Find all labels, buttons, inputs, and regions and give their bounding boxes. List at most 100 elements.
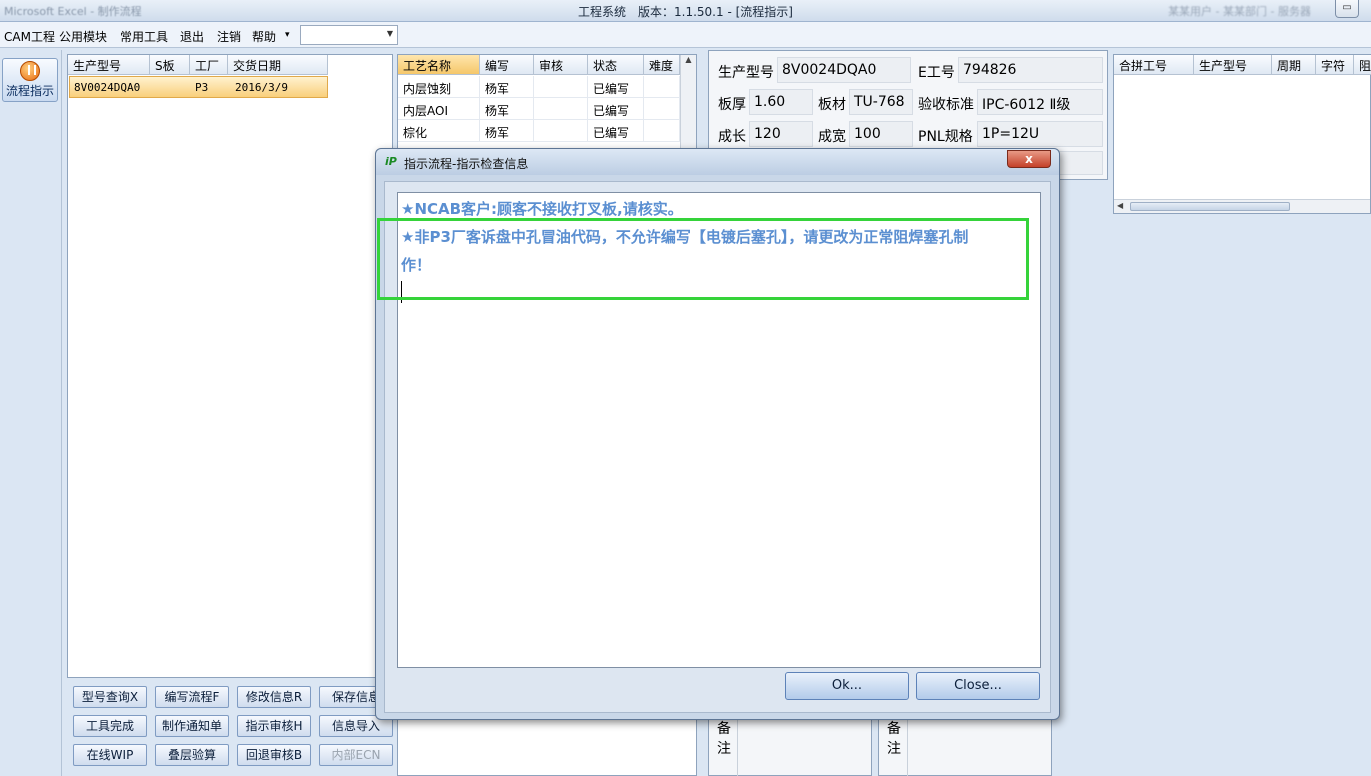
- model-label: 生产型号: [718, 65, 774, 81]
- table-row[interactable]: 8V0024DQA0 P3 2016/3/9: [69, 76, 328, 98]
- remark-panel-left: 备注: [708, 716, 872, 776]
- material-label: 板材: [818, 97, 846, 113]
- rollback-review-button[interactable]: 回退审核B: [237, 744, 311, 766]
- merge-grid: 合拼工号 生产型号 周期 字符 阻 ◀: [1113, 54, 1371, 214]
- process-name[interactable]: 内层蚀刻: [398, 76, 480, 98]
- process-writer[interactable]: 杨军: [480, 98, 534, 120]
- process-status[interactable]: 已编写: [588, 98, 644, 120]
- process-difficulty[interactable]: [644, 98, 680, 120]
- model-query-button[interactable]: 型号查询X: [73, 686, 147, 708]
- online-wip-button[interactable]: 在线WIP: [73, 744, 147, 766]
- width-value: 100: [849, 121, 913, 147]
- menu-combo[interactable]: ▼: [300, 25, 398, 45]
- remark-label: 备注: [717, 721, 731, 757]
- process-difficulty[interactable]: [644, 76, 680, 98]
- flow-indicator-label: 流程指示: [5, 84, 54, 98]
- ok-button[interactable]: Ok...: [785, 672, 909, 700]
- e-number-label: E工号: [918, 65, 955, 81]
- dialog-title-bar[interactable]: iP 指示流程-指示检查信息 x: [376, 149, 1059, 175]
- chevron-down-icon: ▼: [386, 29, 393, 38]
- col-header-writer[interactable]: 编写: [480, 55, 534, 75]
- col-header-solder[interactable]: 阻: [1354, 55, 1371, 75]
- col-header-char[interactable]: 字符: [1316, 55, 1354, 75]
- minimize-button[interactable]: ▭: [1335, 0, 1359, 18]
- col-header-period[interactable]: 周期: [1272, 55, 1316, 75]
- col-header-status[interactable]: 状态: [588, 55, 644, 75]
- e-number-value: 794826: [958, 57, 1103, 83]
- process-scrollbar[interactable]: ▲: [680, 55, 696, 153]
- close-button[interactable]: Close...: [916, 672, 1040, 700]
- stackup-check-button[interactable]: 叠层验算: [155, 744, 229, 766]
- standard-label: 验收标准: [918, 97, 974, 113]
- internal-ecn-button[interactable]: 内部ECN: [319, 744, 393, 766]
- cell-delivery-date: 2016/3/9: [235, 81, 288, 94]
- menu-exit[interactable]: 退出: [180, 28, 204, 45]
- col-header-delivery-date[interactable]: 交货日期: [228, 55, 328, 75]
- standard-value: IPC-6012 Ⅱ级: [977, 89, 1103, 115]
- edit-info-button[interactable]: 修改信息R: [237, 686, 311, 708]
- scroll-thumb[interactable]: [1130, 202, 1290, 211]
- write-flow-button[interactable]: 编写流程F: [155, 686, 229, 708]
- dialog-title: 指示流程-指示检查信息: [404, 157, 529, 171]
- col-header-model[interactable]: 生产型号: [68, 55, 150, 75]
- col-header-reviewer[interactable]: 审核: [534, 55, 588, 75]
- dialog-body: ★NCAB客户:顾客不接收打叉板,请核实。 ★非P3厂客诉盘中孔冒油代码，不允许…: [377, 181, 1051, 713]
- process-reviewer[interactable]: [534, 120, 588, 142]
- menu-logout[interactable]: 注销: [217, 28, 241, 45]
- process-status[interactable]: 已编写: [588, 76, 644, 98]
- process-difficulty[interactable]: [644, 120, 680, 142]
- process-status[interactable]: 已编写: [588, 120, 644, 142]
- cell-model: 8V0024DQA0: [74, 81, 141, 94]
- length-value: 120: [749, 121, 813, 147]
- material-value: TU-768: [849, 89, 913, 115]
- dialog-close-button[interactable]: x: [1007, 150, 1051, 168]
- length-label: 成长: [718, 129, 746, 145]
- remark-divider: [907, 717, 908, 776]
- cell-factory: P3: [195, 81, 209, 94]
- menu-tools[interactable]: 常用工具: [120, 28, 168, 45]
- col-header-merge-number[interactable]: 合拼工号: [1114, 55, 1194, 75]
- scroll-left-icon: ◀: [1117, 201, 1124, 210]
- col-header-factory[interactable]: 工厂: [190, 55, 228, 75]
- process-reviewer[interactable]: [534, 76, 588, 98]
- merge-hscrollbar[interactable]: ◀: [1114, 199, 1370, 213]
- scroll-up-icon: ▲: [685, 55, 692, 64]
- remark-label: 备注: [887, 721, 901, 757]
- menu-help[interactable]: 帮助: [252, 28, 276, 45]
- notice-button[interactable]: 制作通知单: [155, 715, 229, 737]
- message-textarea[interactable]: ★NCAB客户:顾客不接收打叉板,请核实。 ★非P3厂客诉盘中孔冒油代码，不允许…: [377, 192, 1041, 668]
- process-reviewer[interactable]: [534, 98, 588, 120]
- close-icon: x: [1025, 152, 1033, 166]
- process-name[interactable]: 内层AOI: [398, 98, 480, 120]
- check-info-dialog: iP 指示流程-指示检查信息 x ★NCAB客户:顾客不接收打叉板,请核实。 ★…: [375, 148, 1060, 720]
- menu-cam[interactable]: CAM工程: [4, 28, 55, 45]
- title-bar: Microsoft Excel - 制作流程 工程系统 版本：1.1.50.1 …: [0, 0, 1371, 22]
- col-header-merge-model[interactable]: 生产型号: [1194, 55, 1272, 75]
- process-name[interactable]: 棕化: [398, 120, 480, 142]
- window-title: 工程系统 版本：1.1.50.1 - [流程指示]: [578, 5, 793, 19]
- order-grid: 生产型号 S板 工厂 交货日期 8V0024DQA0 P3 2016/3/9: [67, 54, 393, 678]
- highlight-box: [377, 218, 1029, 300]
- model-value: 8V0024DQA0: [777, 57, 911, 83]
- process-writer[interactable]: 杨军: [480, 76, 534, 98]
- process-grid: 工艺名称 编写 审核 状态 难度 内层蚀刻 杨军 已编写 内层AOI 杨军 已编…: [397, 54, 697, 154]
- app-logo-icon: iP: [385, 155, 397, 168]
- flow-indicator-button[interactable]: 流程指示: [2, 58, 58, 102]
- pause-icon: [20, 61, 40, 81]
- col-header-difficulty[interactable]: 难度: [644, 55, 680, 75]
- process-grid-lower: [397, 720, 697, 776]
- process-writer[interactable]: 杨军: [480, 120, 534, 142]
- remark-divider: [737, 717, 738, 776]
- width-label: 成宽: [818, 129, 846, 145]
- thickness-value: 1.60: [749, 89, 813, 115]
- thickness-label: 板厚: [718, 97, 746, 113]
- pnl-value: 1P=12U: [977, 121, 1103, 147]
- col-header-s-board[interactable]: S板: [150, 55, 190, 75]
- review-button[interactable]: 指示审核H: [237, 715, 311, 737]
- tool-complete-button[interactable]: 工具完成: [73, 715, 147, 737]
- help-dropdown-icon[interactable]: ▾: [285, 30, 290, 40]
- button-area: 型号查询X 编写流程F 修改信息R 保存信息 工具完成 制作通知单 指示审核H …: [67, 680, 395, 776]
- menu-common-modules[interactable]: 公用模块: [59, 28, 107, 45]
- pnl-label: PNL规格: [918, 129, 973, 145]
- col-header-process-name[interactable]: 工艺名称: [398, 55, 480, 75]
